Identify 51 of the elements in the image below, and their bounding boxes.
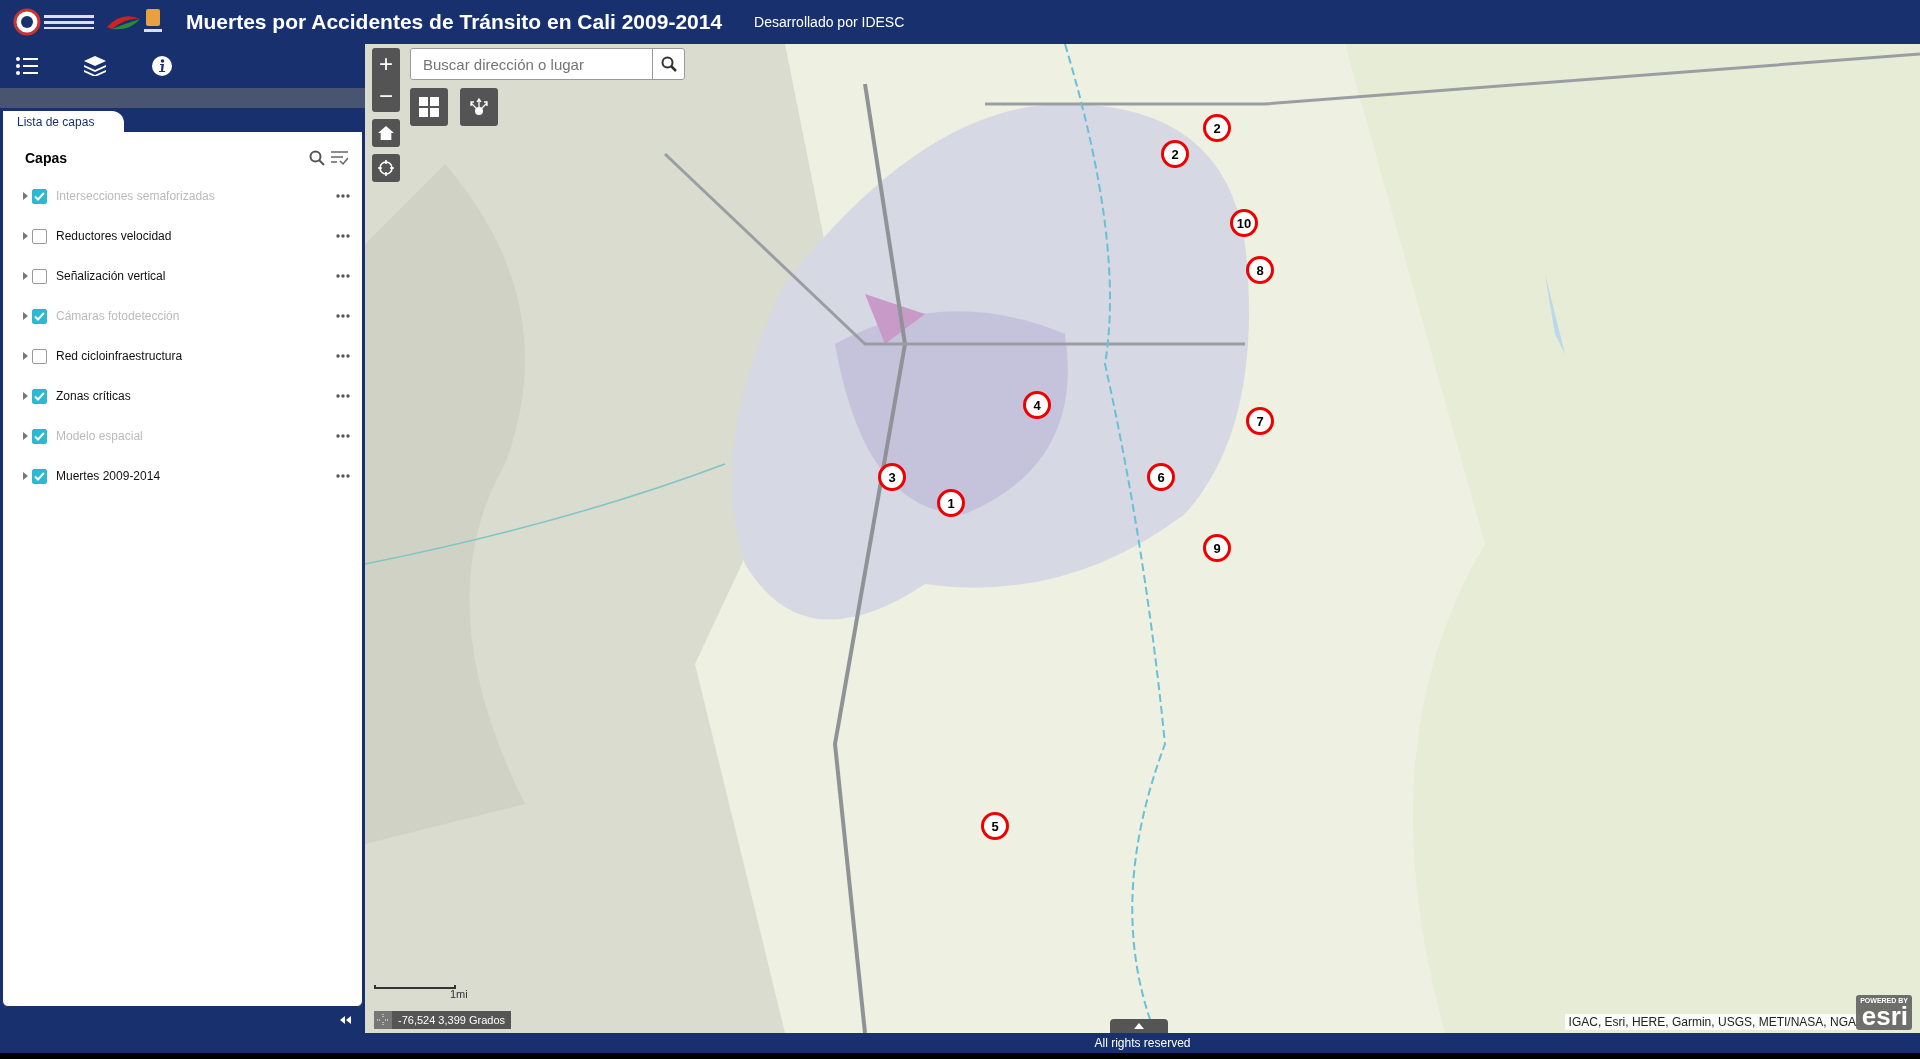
info-icon[interactable]: [152, 56, 172, 76]
share-icon: [469, 98, 489, 116]
zoom-in-button[interactable]: +: [372, 48, 400, 80]
layer-list-tab[interactable]: Lista de capas: [3, 111, 125, 132]
more-options-icon[interactable]: [336, 194, 350, 198]
share-button[interactable]: [460, 88, 498, 126]
list-icon[interactable]: [16, 56, 38, 76]
layer-name: Modelo espacial: [56, 429, 144, 443]
expand-handle[interactable]: [1110, 1019, 1168, 1033]
layer-name: Reductores velocidad: [56, 229, 173, 243]
search-icon: [660, 56, 677, 72]
search-button[interactable]: [652, 49, 684, 79]
layer-name: Muertes 2009-2014: [56, 469, 162, 483]
layer-name: Zonas críticas: [56, 389, 132, 403]
search-field[interactable]: Buscar dirección o lugar: [410, 48, 685, 80]
panel-heading: Capas: [25, 150, 69, 166]
locate-icon: [378, 158, 394, 178]
more-options-icon[interactable]: [336, 274, 350, 278]
coordinates-text: -76,524 3,399 Grados: [398, 1014, 506, 1026]
more-options-icon[interactable]: [336, 394, 350, 398]
developer-credit: Desarrollado por IDESC: [754, 14, 905, 30]
zoom-out-button[interactable]: −: [372, 80, 400, 112]
grid-icon: [419, 97, 439, 117]
caret-icon: [1134, 1023, 1144, 1029]
basemap-gallery-button[interactable]: [410, 88, 448, 126]
layer-checkbox[interactable]: [32, 468, 47, 484]
more-options-icon[interactable]: [336, 234, 350, 238]
filter-icon[interactable]: [331, 150, 348, 166]
more-options-icon[interactable]: [336, 314, 350, 318]
more-options-icon[interactable]: [336, 434, 350, 438]
scale-label: 1mi: [450, 988, 468, 1000]
layer-name: Intersecciones semaforizadas: [56, 189, 216, 203]
layers-icon[interactable]: [84, 56, 106, 76]
layer-name: Señalización vertical: [56, 269, 167, 283]
footer-text: All rights reserved: [1094, 1036, 1191, 1050]
layer-checkbox[interactable]: [32, 348, 47, 364]
search-icon[interactable]: [309, 150, 325, 166]
more-options-icon[interactable]: [336, 474, 350, 478]
layer-checkbox[interactable]: [32, 388, 47, 404]
collapse-icon[interactable]: [340, 1016, 351, 1024]
home-icon: [378, 125, 394, 141]
layer-name: Red cicloinfraestructura: [56, 349, 184, 363]
layer-name: Cámaras fotodetección: [56, 309, 181, 323]
logo-icon: [12, 7, 162, 37]
layer-checkbox[interactable]: [32, 268, 47, 284]
esri-logo[interactable]: esri: [1861, 1004, 1908, 1028]
layer-checkbox[interactable]: [32, 228, 47, 244]
more-options-icon[interactable]: [336, 354, 350, 358]
home-button[interactable]: [372, 119, 400, 147]
locate-button[interactable]: [372, 154, 400, 182]
app-title: Muertes por Accidentes de Tránsito en Cali 2009-2014: [186, 10, 723, 34]
